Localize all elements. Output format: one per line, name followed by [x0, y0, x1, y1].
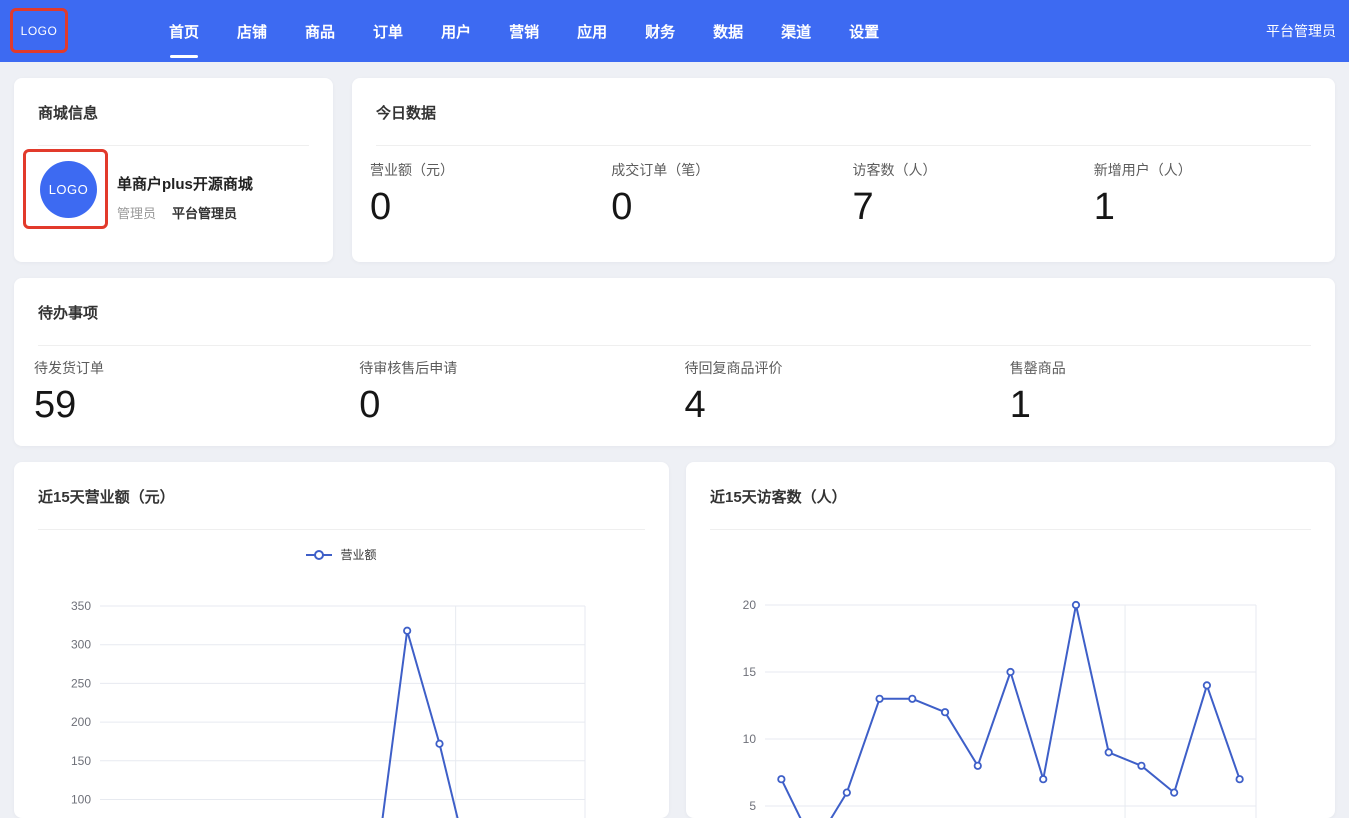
legend-label: 营业额 — [340, 546, 376, 563]
visitors-chart-canvas: 20 15 10 5 — [686, 462, 1335, 818]
stat-value: 0 — [611, 188, 852, 226]
stat-revenue: 营业额（元） 0 — [370, 160, 611, 226]
shop-info-title: 商城信息 — [14, 78, 333, 123]
stat-label: 访客数（人） — [853, 160, 1094, 180]
top-nav: LOGO 首页 店铺 商品 订单 用户 营销 应用 财务 数据 渠道 设置 平台… — [0, 0, 1349, 62]
nav-item-channel[interactable]: 渠道 — [781, 0, 811, 62]
stat-label: 新增用户（人） — [1094, 160, 1335, 180]
nav-item-apps[interactable]: 应用 — [577, 0, 607, 62]
stat-value: 1 — [1010, 386, 1335, 424]
stat-label: 营业额（元） — [370, 160, 611, 180]
divider — [38, 345, 1311, 346]
nav-item-orders[interactable]: 订单 — [373, 0, 403, 62]
svg-text:100: 100 — [71, 793, 91, 807]
stat-soldout-goods: 售罄商品 1 — [1010, 358, 1335, 424]
shop-info-card: 商城信息 LOGO 单商户plus开源商城 管理员 平台管理员 — [14, 78, 333, 262]
nav-user-menu[interactable]: 平台管理员 — [1266, 0, 1336, 62]
svg-text:5: 5 — [749, 799, 756, 813]
stat-visitors: 访客数（人） 7 — [853, 160, 1094, 226]
svg-text:200: 200 — [71, 715, 91, 729]
stat-value: 59 — [34, 386, 359, 424]
svg-text:300: 300 — [71, 638, 91, 652]
stat-label: 成交订单（笔） — [611, 160, 852, 180]
stat-value: 1 — [1094, 188, 1335, 226]
nav-item-finance[interactable]: 财务 — [645, 0, 675, 62]
stat-value: 0 — [359, 386, 684, 424]
nav-menu: 首页 店铺 商品 订单 用户 营销 应用 财务 数据 渠道 设置 — [169, 0, 879, 62]
svg-text:150: 150 — [71, 754, 91, 768]
logo[interactable]: LOGO — [21, 24, 58, 38]
stat-value: 7 — [853, 188, 1094, 226]
today-data-title: 今日数据 — [352, 78, 1335, 123]
stat-orders: 成交订单（笔） 0 — [611, 160, 852, 226]
stat-pending-shipments: 待发货订单 59 — [34, 358, 359, 424]
today-data-card: 今日数据 营业额（元） 0 成交订单（笔） 0 访客数（人） 7 新增用户（人）… — [352, 78, 1335, 262]
todo-title: 待办事项 — [14, 278, 1335, 323]
nav-item-shop[interactable]: 店铺 — [237, 0, 267, 62]
stat-pending-aftersale: 待审核售后申请 0 — [359, 358, 684, 424]
revenue-chart-card: 近15天营业额（元） 350300250200150100 营业额 — [14, 462, 669, 818]
shop-role-value: 平台管理员 — [172, 203, 237, 222]
stat-label: 待发货订单 — [34, 358, 359, 378]
visitors-chart-card: 近15天访客数（人） 2015105 — [686, 462, 1335, 818]
annotation-box-avatar — [23, 149, 108, 229]
dashboard-page: LOGO 首页 店铺 商品 订单 用户 营销 应用 财务 数据 渠道 设置 平台… — [0, 0, 1349, 818]
stat-new-users: 新增用户（人） 1 — [1094, 160, 1335, 226]
stat-label: 售罄商品 — [1010, 358, 1335, 378]
nav-item-users[interactable]: 用户 — [441, 0, 471, 62]
svg-text:20: 20 — [743, 598, 757, 612]
line-series-legend-icon — [306, 550, 332, 560]
divider — [38, 145, 309, 146]
stat-value: 0 — [370, 188, 611, 226]
nav-item-goods[interactable]: 商品 — [305, 0, 335, 62]
svg-text:10: 10 — [743, 732, 757, 746]
svg-text:350: 350 — [71, 599, 91, 613]
stat-value: 4 — [685, 386, 1010, 424]
nav-item-data[interactable]: 数据 — [713, 0, 743, 62]
stat-pending-reviews: 待回复商品评价 4 — [685, 358, 1010, 424]
svg-text:15: 15 — [743, 665, 757, 679]
stat-label: 待审核售后申请 — [359, 358, 684, 378]
today-stats-row: 营业额（元） 0 成交订单（笔） 0 访客数（人） 7 新增用户（人） 1 — [352, 160, 1335, 226]
svg-text:250: 250 — [71, 676, 91, 690]
revenue-chart-canvas: 350 300 250 200 150 100 — [14, 462, 669, 818]
shop-role-label: 管理员 — [117, 203, 156, 222]
divider — [376, 145, 1311, 146]
shop-name: 单商户plus开源商城 — [117, 173, 253, 194]
revenue-chart-legend[interactable]: 营业额 — [14, 546, 669, 563]
todo-stats-row: 待发货订单 59 待审核售后申请 0 待回复商品评价 4 售罄商品 1 — [14, 358, 1335, 424]
nav-item-marketing[interactable]: 营销 — [509, 0, 539, 62]
legend-dot — [314, 550, 324, 560]
todo-card: 待办事项 待发货订单 59 待审核售后申请 0 待回复商品评价 4 售罄商品 1 — [14, 278, 1335, 446]
nav-item-home[interactable]: 首页 — [169, 0, 199, 62]
nav-item-settings[interactable]: 设置 — [849, 0, 879, 62]
annotation-box-logo: LOGO — [10, 8, 68, 53]
stat-label: 待回复商品评价 — [685, 358, 1010, 378]
